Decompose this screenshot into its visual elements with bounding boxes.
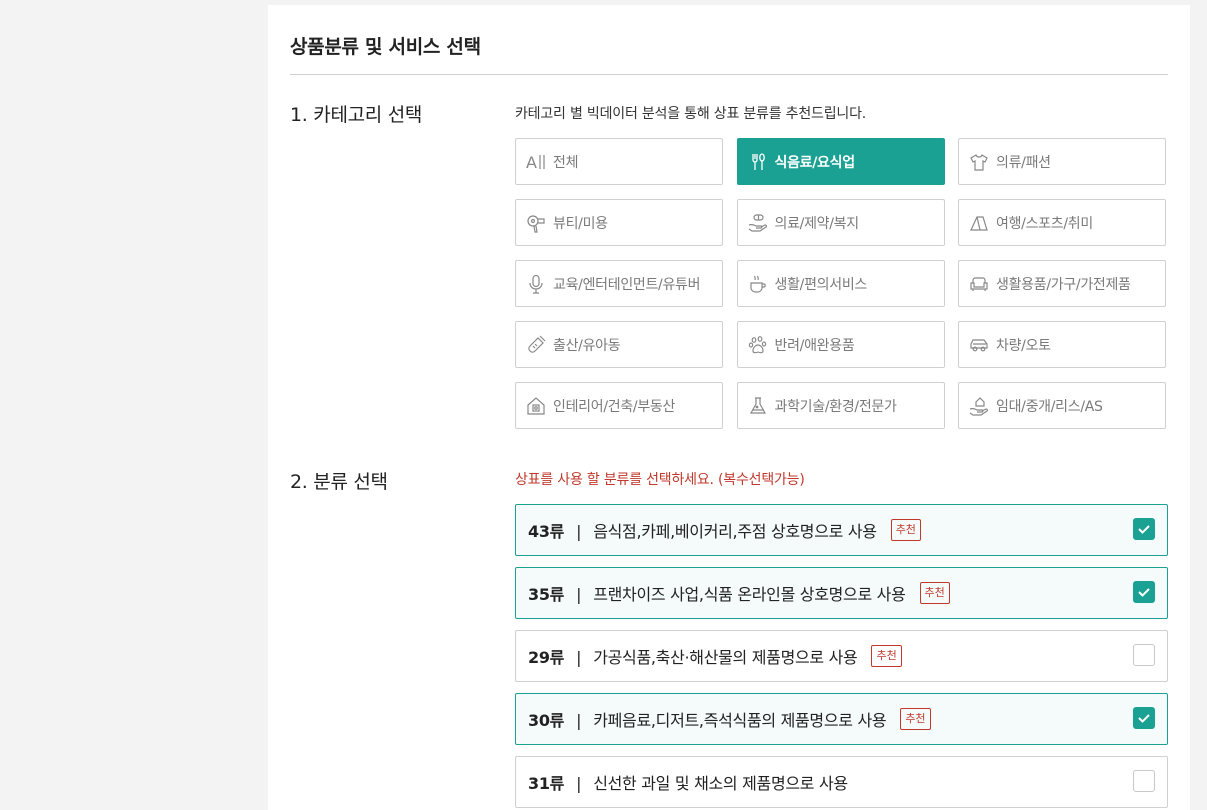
category-button[interactable]: 식음료/요식업 — [736, 138, 945, 185]
classification-option[interactable]: 30류 | 카페음료,디저트,즉석식품의 제품명으로 사용 추천 — [515, 693, 1168, 745]
classification-option[interactable]: 35류 | 프랜차이즈 사업,식품 온라인몰 상호명으로 사용 추천 — [515, 567, 1168, 619]
category-label: 차량/오토 — [996, 337, 1051, 354]
all-icon: A — [525, 150, 547, 174]
tent-icon — [968, 211, 990, 235]
category-label: 임대/중개/리스/AS — [996, 398, 1103, 415]
class-checkbox[interactable] — [1133, 644, 1155, 666]
category-button[interactable]: 차량/오토 — [958, 321, 1166, 368]
category-button[interactable]: 생활용품/가구/가전제품 — [958, 260, 1166, 307]
category-label: 의료/제약/복지 — [774, 215, 860, 232]
category-button[interactable]: 생활/편의서비스 — [736, 260, 945, 307]
classification-text: 43류 | 음식점,카페,베이커리,주점 상호명으로 사용 — [528, 518, 877, 542]
class-code: 43류 — [528, 522, 565, 541]
separator: | — [576, 522, 582, 541]
pill-hand-icon — [747, 211, 769, 235]
category-button[interactable]: 인테리어/건축/부동산 — [515, 382, 723, 429]
category-label: 생활/편의서비스 — [774, 276, 868, 293]
paw-icon — [747, 333, 769, 357]
class-description: 가공식품,축산·해산물의 제품명으로 사용 — [593, 648, 858, 667]
category-label: 식음료/요식업 — [774, 154, 856, 171]
sofa-icon — [968, 272, 990, 296]
category-button[interactable]: 의료/제약/복지 — [736, 199, 945, 246]
class-description: 음식점,카페,베이커리,주점 상호명으로 사용 — [593, 522, 877, 541]
recommended-badge: 추천 — [900, 708, 931, 730]
main-panel: 상품분류 및 서비스 선택 1. 카테고리 선택 카테고리 별 빅데이터 분석을… — [268, 5, 1190, 810]
class-checkbox[interactable] — [1133, 707, 1155, 729]
coffee-cup-icon — [747, 272, 769, 296]
category-button[interactable]: 임대/중개/리스/AS — [958, 382, 1166, 429]
separator: | — [576, 711, 582, 730]
category-label: 생활용품/가구/가전제품 — [996, 276, 1131, 293]
classification-text: 35류 | 프랜차이즈 사업,식품 온라인몰 상호명으로 사용 — [528, 581, 906, 605]
classification-option[interactable]: 29류 | 가공식품,축산·해산물의 제품명으로 사용 추천 — [515, 630, 1168, 682]
category-section-label: 1. 카테고리 선택 — [290, 104, 423, 126]
house-icon — [525, 394, 547, 418]
category-button[interactable]: 의류/패션 — [958, 138, 1166, 185]
category-button[interactable]: 과학기술/환경/전문가 — [736, 382, 945, 429]
recommended-badge: 추천 — [919, 582, 950, 604]
category-button[interactable]: A 전체 — [515, 138, 723, 185]
tshirt-icon — [968, 150, 990, 174]
category-label: 과학기술/환경/전문가 — [774, 398, 897, 415]
category-label: 출산/유아동 — [553, 337, 621, 354]
category-button[interactable]: 뷰티/미용 — [515, 199, 723, 246]
page-title: 상품분류 및 서비스 선택 — [290, 36, 481, 58]
recommended-badge: 추천 — [890, 519, 921, 541]
hair-dryer-icon — [525, 211, 547, 235]
category-button[interactable]: 반려/애완용품 — [736, 321, 945, 368]
class-description: 카페음료,디저트,즉석식품의 제품명으로 사용 — [593, 711, 887, 730]
class-code: 29류 — [528, 648, 565, 667]
category-label: 여행/스포츠/취미 — [996, 215, 1093, 232]
class-checkbox[interactable] — [1133, 770, 1155, 792]
car-icon — [968, 333, 990, 357]
category-button[interactable]: 교육/엔터테인먼트/유튜버 — [515, 260, 723, 307]
category-label: 의류/패션 — [996, 154, 1051, 171]
class-checkbox[interactable] — [1133, 518, 1155, 540]
category-button[interactable]: 여행/스포츠/취미 — [958, 199, 1166, 246]
hand-house-icon — [968, 394, 990, 418]
classification-option[interactable]: 43류 | 음식점,카페,베이커리,주점 상호명으로 사용 추천 — [515, 504, 1168, 556]
category-label: 반려/애완용품 — [774, 337, 855, 354]
classification-description: 상표를 사용 할 분류를 선택하세요. (복수선택가능) — [515, 472, 805, 488]
classification-option[interactable]: 31류 | 신선한 과일 및 채소의 제품명으로 사용 — [515, 756, 1168, 808]
class-code: 31류 — [528, 774, 565, 793]
classification-text: 29류 | 가공식품,축산·해산물의 제품명으로 사용 — [528, 644, 858, 668]
flask-icon — [747, 394, 769, 418]
separator: | — [576, 648, 582, 667]
category-label: 전체 — [553, 154, 579, 171]
classification-text: 30류 | 카페음료,디저트,즉석식품의 제품명으로 사용 — [528, 707, 887, 731]
separator: | — [576, 774, 582, 793]
separator: | — [576, 585, 582, 604]
title-divider — [290, 74, 1168, 75]
class-description: 신선한 과일 및 채소의 제품명으로 사용 — [593, 774, 848, 793]
category-label: 뷰티/미용 — [553, 215, 608, 232]
category-description: 카테고리 별 빅데이터 분석을 통해 상표 분류를 추천드립니다. — [515, 106, 867, 122]
category-label: 인테리어/건축/부동산 — [553, 398, 676, 415]
class-checkbox[interactable] — [1133, 581, 1155, 603]
microphone-icon — [525, 272, 547, 296]
svg-text:A: A — [526, 153, 537, 172]
classification-section-label: 2. 분류 선택 — [290, 471, 388, 493]
category-label: 교육/엔터테인먼트/유튜버 — [553, 276, 701, 293]
fork-spoon-icon — [747, 150, 769, 174]
class-code: 35류 — [528, 585, 565, 604]
baby-bottle-icon — [525, 333, 547, 357]
classification-text: 31류 | 신선한 과일 및 채소의 제품명으로 사용 — [528, 770, 848, 794]
class-description: 프랜차이즈 사업,식품 온라인몰 상호명으로 사용 — [593, 585, 906, 604]
recommended-badge: 추천 — [871, 645, 902, 667]
category-button[interactable]: 출산/유아동 — [515, 321, 723, 368]
class-code: 30류 — [528, 711, 565, 730]
